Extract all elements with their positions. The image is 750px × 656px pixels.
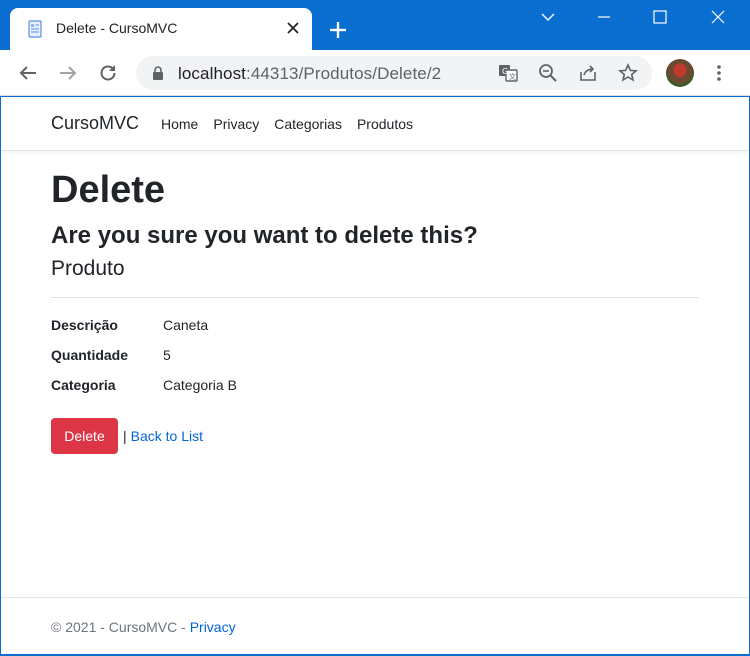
detail-row-quantidade: Quantidade 5 (51, 340, 699, 370)
maximize-icon[interactable] (640, 4, 680, 30)
tab-search-icon[interactable] (528, 4, 568, 30)
title-bar: Delete - CursoMVC (0, 0, 750, 50)
detail-row-descricao: Descrição Caneta (51, 310, 699, 340)
forward-icon[interactable] (56, 61, 80, 85)
nav-link-home[interactable]: Home (161, 116, 198, 132)
profile-avatar[interactable] (666, 59, 694, 87)
field-value: 5 (163, 347, 171, 363)
close-tab-icon[interactable] (282, 17, 304, 39)
main-content: Delete Are you sure you want to delete t… (51, 167, 699, 454)
address-bar[interactable]: localhost:44313/Produtos/Delete/2 G 文 (136, 56, 652, 90)
page-icon (28, 20, 42, 38)
footer-text: © 2021 - CursoMVC - Privacy (51, 619, 236, 635)
back-to-list-link[interactable]: Back to List (131, 428, 203, 444)
new-tab-icon[interactable] (326, 18, 350, 42)
more-menu-icon[interactable] (712, 63, 726, 83)
nav-link-produtos[interactable]: Produtos (357, 116, 413, 132)
delete-button[interactable]: Delete (51, 418, 118, 454)
divider (51, 297, 699, 298)
detail-row-categoria: Categoria Categoria B (51, 370, 699, 400)
field-label: Descrição (51, 317, 118, 333)
field-label: Quantidade (51, 347, 129, 363)
field-value: Caneta (163, 317, 209, 333)
share-icon[interactable] (578, 63, 598, 83)
reload-icon[interactable] (96, 61, 120, 85)
footer-privacy-link[interactable]: Privacy (190, 619, 236, 635)
browser-toolbar: localhost:44313/Produtos/Delete/2 G 文 (0, 50, 750, 96)
browser-window: Delete - CursoMVC localhost:44313/Produt… (0, 0, 750, 656)
translate-icon[interactable]: G 文 (498, 63, 518, 83)
back-icon[interactable] (16, 61, 40, 85)
nav-link-categorias[interactable]: Categorias (274, 116, 342, 132)
browser-tab[interactable]: Delete - CursoMVC (10, 8, 312, 50)
url-path: :44313/Produtos/Delete/2 (246, 64, 442, 83)
page-title: Delete (51, 169, 166, 211)
url-host: localhost (178, 64, 246, 83)
zoom-out-icon[interactable] (538, 63, 558, 83)
page-viewport: CursoMVC Home Privacy Categorias Produto… (1, 97, 749, 654)
svg-text:文: 文 (509, 72, 516, 81)
site-footer: © 2021 - CursoMVC - Privacy (1, 597, 749, 654)
entity-heading: Produto (51, 257, 125, 280)
field-label: Categoria (51, 377, 116, 393)
site-navbar: CursoMVC Home Privacy Categorias Produto… (1, 97, 749, 151)
confirm-heading: Are you sure you want to delete this? (51, 222, 478, 249)
nav-link-privacy[interactable]: Privacy (213, 116, 259, 132)
svg-text:G: G (502, 67, 508, 76)
field-value: Categoria B (163, 377, 237, 393)
close-window-icon[interactable] (698, 4, 738, 30)
lock-icon[interactable] (152, 66, 164, 80)
bookmark-star-icon[interactable] (618, 63, 638, 83)
details-list: Descrição Caneta Quantidade 5 Categoria … (51, 310, 699, 400)
copyright-text: © 2021 - CursoMVC - (51, 619, 190, 635)
form-actions: Delete | Back to List (51, 418, 699, 454)
minimize-icon[interactable] (584, 4, 624, 30)
nav-links: Home Privacy Categorias Produtos (161, 116, 413, 132)
site-brand[interactable]: CursoMVC (51, 113, 139, 134)
url-text[interactable]: localhost:44313/Produtos/Delete/2 (178, 64, 441, 84)
tab-title: Delete - CursoMVC (56, 20, 178, 36)
separator: | (123, 428, 127, 444)
